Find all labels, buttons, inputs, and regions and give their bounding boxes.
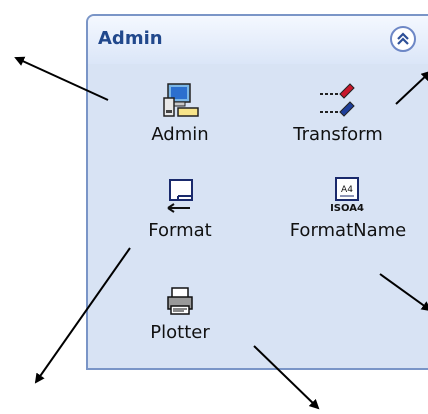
- arrow-admin: [14, 56, 109, 101]
- arrow-formatname: [379, 273, 428, 312]
- arrow-plotter: [253, 345, 320, 410]
- arrow-transform: [395, 70, 428, 105]
- annotation-arrows: [14, 56, 428, 410]
- arrow-format: [34, 247, 131, 384]
